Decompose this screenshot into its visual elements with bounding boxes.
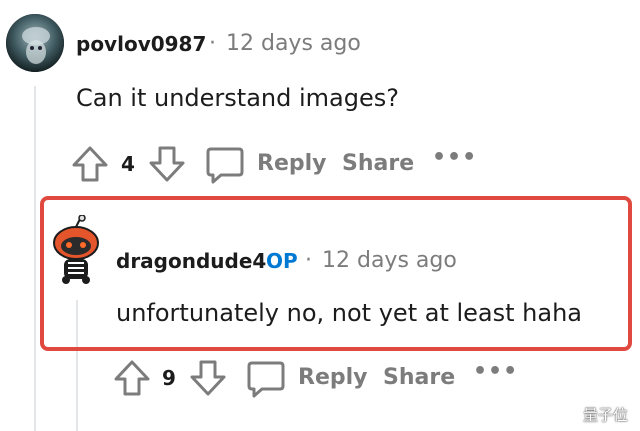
avatar[interactable]: [6, 14, 64, 72]
arrow-down-icon: [190, 360, 226, 396]
share-button[interactable]: Share: [383, 365, 455, 390]
highlight-box: [40, 196, 632, 351]
comment-body: Can it understand images?: [76, 84, 399, 112]
share-button[interactable]: Share: [342, 151, 414, 176]
watermark: 量子位: [561, 404, 628, 425]
meta-separator: ·: [209, 31, 216, 56]
upvote-button[interactable]: [112, 358, 152, 398]
upvote-button[interactable]: [70, 144, 110, 184]
speech-bubble-icon: [247, 361, 285, 398]
more-options-button[interactable]: •••: [473, 359, 518, 384]
timestamp[interactable]: 12 days ago: [226, 31, 361, 56]
downvote-button[interactable]: [188, 358, 228, 398]
speech-bubble-icon: [206, 147, 244, 184]
op-badge: OP: [266, 249, 298, 273]
downvote-button[interactable]: [147, 144, 187, 184]
vote-count: 4: [121, 152, 135, 176]
avatar[interactable]: [48, 214, 104, 285]
thread-line-1[interactable]: [34, 86, 36, 431]
comment-body: unfortunately no, not yet at least haha: [116, 299, 582, 327]
more-options-button[interactable]: •••: [432, 145, 477, 170]
username[interactable]: dragondude4: [116, 249, 266, 273]
reply-label: Reply: [298, 365, 368, 390]
username[interactable]: povlov0987: [76, 32, 206, 56]
meta-separator: ·: [305, 248, 312, 273]
arrow-up-icon: [72, 146, 108, 182]
timestamp[interactable]: 12 days ago: [322, 248, 457, 273]
arrow-down-icon: [149, 146, 185, 182]
reply-button[interactable]: Reply: [246, 359, 368, 399]
avatar-image-icon: [6, 14, 64, 72]
arrow-up-icon: [114, 360, 150, 396]
watermark-text: 量子位: [582, 406, 628, 424]
snoo-avatar-icon: [53, 214, 99, 284]
reply-button[interactable]: Reply: [205, 145, 327, 185]
wechat-logo-icon: [561, 406, 577, 421]
reply-label: Reply: [257, 151, 327, 176]
vote-count: 9: [162, 366, 176, 390]
